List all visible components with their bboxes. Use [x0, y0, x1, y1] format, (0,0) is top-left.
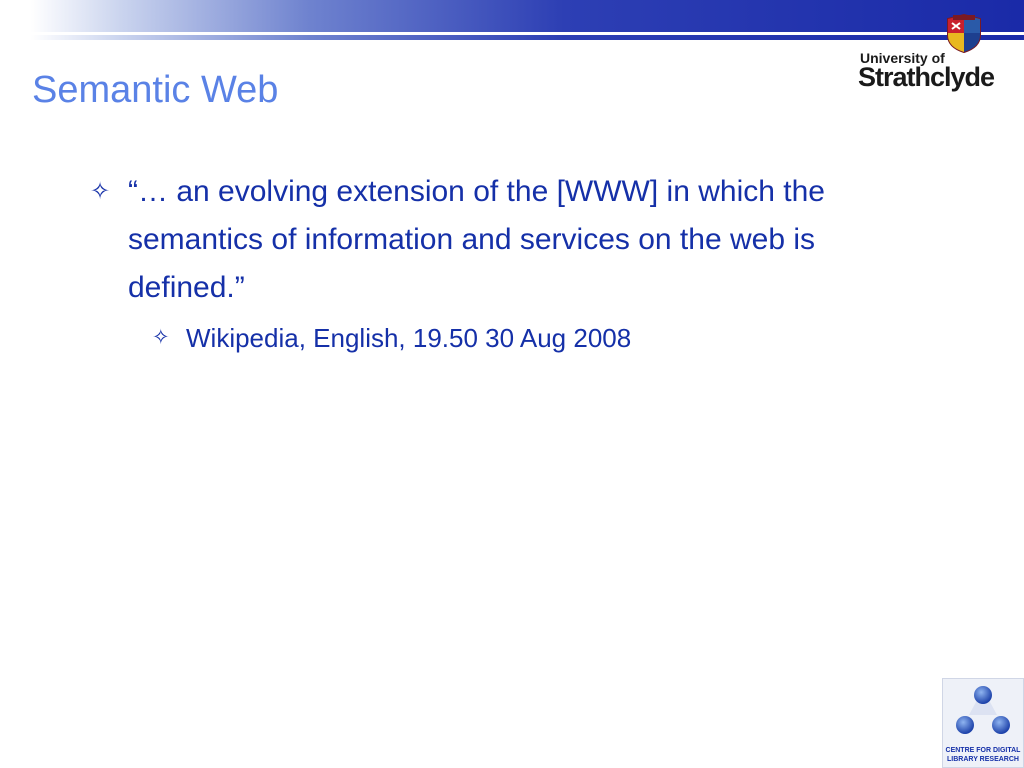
cdlr-logo: CENTRE FOR DIGITAL LIBRARY RESEARCH	[942, 678, 1024, 768]
cdlr-caption: CENTRE FOR DIGITAL LIBRARY RESEARCH	[945, 747, 1021, 763]
bullet-star-icon: ✧	[90, 178, 111, 205]
university-crest-icon	[947, 13, 981, 53]
bullet-text: “… an evolving extension of the [WWW] in…	[128, 175, 825, 304]
cdlr-circles-icon	[956, 686, 1010, 734]
sub-bullet-text: Wikipedia, English, 19.50 30 Aug 2008	[186, 323, 632, 353]
sub-bullet-item: ✧ Wikipedia, English, 19.50 30 Aug 2008	[152, 318, 910, 358]
bullet-item: ✧ “… an evolving extension of the [WWW] …	[90, 168, 910, 312]
slide-content: ✧ “… an evolving extension of the [WWW] …	[90, 168, 910, 358]
slide-title: Semantic Web	[32, 69, 279, 111]
university-name-line2: Strathclyde	[858, 62, 995, 92]
university-logo: University of Strathclyde	[858, 10, 998, 98]
sub-bullet-star-icon: ✧	[152, 326, 170, 349]
